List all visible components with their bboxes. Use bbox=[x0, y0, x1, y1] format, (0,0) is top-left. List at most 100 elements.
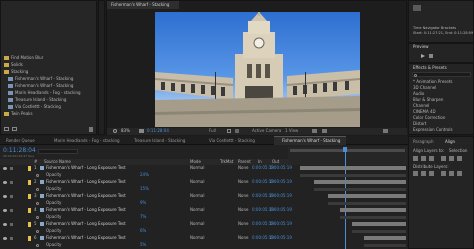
timeline-search-input[interactable] bbox=[38, 149, 78, 154]
audio-icon[interactable] bbox=[10, 237, 13, 240]
tab-render-queue[interactable]: Render Queue bbox=[0, 137, 40, 145]
layer-mode-dropdown[interactable]: Normal bbox=[190, 222, 204, 226]
effects-category[interactable]: Audio bbox=[413, 92, 424, 96]
layer-duration-bar[interactable] bbox=[328, 194, 406, 198]
layer-out-point[interactable]: 0:00:05:19 bbox=[270, 222, 292, 226]
audio-icon[interactable] bbox=[10, 223, 13, 226]
new-comp-icon[interactable] bbox=[12, 127, 17, 131]
tab-via-costlettt[interactable]: Via Costlettt - Stacking bbox=[203, 137, 269, 145]
preview-tab[interactable]: Preview bbox=[413, 45, 429, 49]
layer-duration-bar[interactable] bbox=[340, 208, 406, 212]
column-header-source[interactable]: Source Name bbox=[44, 160, 71, 164]
current-time-display[interactable]: 0:11:28:04 bbox=[147, 129, 169, 133]
layer-out-point[interactable]: 0:00:05:19 bbox=[270, 194, 292, 198]
effects-category[interactable]: Expression Controls bbox=[413, 128, 453, 132]
eye-icon[interactable] bbox=[3, 195, 7, 198]
effects-category[interactable]: * Animation Presets bbox=[413, 80, 453, 84]
project-item[interactable]: Treasure Island - Stacking bbox=[1, 97, 97, 104]
fast-previews-icon[interactable] bbox=[312, 129, 317, 133]
align-vcenter-icon[interactable] bbox=[449, 156, 454, 161]
layer-mode-dropdown[interactable]: Normal bbox=[190, 180, 204, 184]
project-item[interactable]: Twin Peaks bbox=[1, 111, 97, 118]
layer-row[interactable]: 4 Fisherman's Wharf - Long Exposure Test… bbox=[0, 207, 408, 214]
audio-icon[interactable] bbox=[10, 167, 13, 170]
layer-row[interactable]: 6 Fisherman's Wharf - Long Exposure Test… bbox=[0, 235, 408, 242]
layer-out-point[interactable]: 0:00:05:19 bbox=[270, 208, 292, 212]
new-folder-icon[interactable] bbox=[4, 127, 9, 131]
snapshot-icon[interactable] bbox=[322, 129, 327, 133]
align-top-icon[interactable] bbox=[441, 156, 446, 161]
layer-name[interactable]: Fisherman's Wharf - Long Exposure Test bbox=[46, 236, 126, 240]
distribute-hcenter-icon[interactable] bbox=[449, 171, 454, 176]
project-item[interactable]: Fisherman's Wharf - Stacking bbox=[1, 83, 97, 90]
effects-category[interactable]: Distort bbox=[413, 122, 427, 126]
magnifier-icon[interactable] bbox=[113, 129, 117, 133]
camera-icon[interactable] bbox=[139, 129, 144, 133]
layer-parent-dropdown[interactable]: None bbox=[238, 180, 248, 184]
audio-icon[interactable] bbox=[10, 195, 13, 198]
effects-category[interactable]: Blur & Sharpen bbox=[413, 98, 443, 102]
layer-duration-bar[interactable] bbox=[300, 166, 406, 170]
stopwatch-icon[interactable] bbox=[36, 202, 39, 205]
zoom-dropdown[interactable]: 83% bbox=[121, 129, 130, 133]
layer-name[interactable]: Fisherman's Wharf - Long Exposure Test bbox=[46, 222, 126, 226]
distribute-top-icon[interactable] bbox=[413, 171, 418, 176]
layer-duration-bar[interactable] bbox=[314, 180, 406, 184]
opacity-value[interactable]: 6% bbox=[140, 229, 146, 233]
opacity-value[interactable]: 7% bbox=[140, 215, 146, 219]
eye-icon[interactable] bbox=[3, 209, 7, 212]
label-color-swatch[interactable] bbox=[28, 166, 31, 171]
audio-icon[interactable] bbox=[10, 209, 13, 212]
time-ruler[interactable] bbox=[288, 147, 407, 165]
work-area-bar[interactable] bbox=[290, 149, 405, 152]
project-item[interactable]: Solids bbox=[1, 62, 97, 69]
align-target-dropdown[interactable]: Selection bbox=[449, 149, 467, 153]
tab-align[interactable]: Align bbox=[445, 140, 455, 144]
label-color-swatch[interactable] bbox=[28, 222, 31, 227]
distribute-left-icon[interactable] bbox=[441, 171, 446, 176]
layer-name[interactable]: Fisherman's Wharf - Long Exposure Test bbox=[46, 180, 126, 184]
layer-row[interactable]: 2 Fisherman's Wharf - Long Exposure Test… bbox=[0, 179, 408, 186]
distribute-right-icon[interactable] bbox=[457, 171, 462, 176]
viewer-tab[interactable]: Fisherman's Wharf - Stacking bbox=[107, 1, 179, 9]
label-color-swatch[interactable] bbox=[28, 194, 31, 199]
opacity-value[interactable]: 9% bbox=[140, 201, 146, 205]
resolution-dropdown[interactable]: Full bbox=[209, 129, 216, 133]
effects-category[interactable]: 3D Channel bbox=[413, 86, 436, 90]
align-left-icon[interactable] bbox=[413, 156, 418, 161]
transparency-grid-icon[interactable] bbox=[235, 129, 239, 133]
layer-name[interactable]: Fisherman's Wharf - Long Exposure Test bbox=[46, 194, 126, 198]
layer-duration-bar[interactable] bbox=[364, 236, 406, 240]
layer-mode-dropdown[interactable]: Normal bbox=[190, 208, 204, 212]
audio-icon[interactable] bbox=[10, 181, 13, 184]
effects-category[interactable]: Color Correction bbox=[413, 116, 445, 120]
opacity-value[interactable]: 24% bbox=[140, 173, 149, 177]
layer-parent-dropdown[interactable]: None bbox=[238, 194, 248, 198]
layer-name[interactable]: Fisherman's Wharf - Long Exposure Test bbox=[46, 166, 126, 170]
layer-mode-dropdown[interactable]: Normal bbox=[190, 194, 204, 198]
layer-row[interactable]: 5 Fisherman's Wharf - Long Exposure Test… bbox=[0, 221, 408, 228]
layer-parent-dropdown[interactable]: None bbox=[238, 166, 248, 170]
eye-icon[interactable] bbox=[3, 223, 7, 226]
trash-icon[interactable] bbox=[89, 127, 93, 132]
stopwatch-icon[interactable] bbox=[36, 216, 39, 219]
layer-mode-dropdown[interactable]: Normal bbox=[190, 236, 204, 240]
camera-view-dropdown[interactable]: Active Camera bbox=[252, 129, 281, 133]
stopwatch-icon[interactable] bbox=[36, 174, 39, 177]
effects-search-input[interactable] bbox=[412, 72, 471, 77]
tab-paragraph[interactable]: Paragraph bbox=[413, 140, 434, 144]
effects-category[interactable]: Channel bbox=[413, 104, 429, 108]
exposure-icon[interactable] bbox=[383, 129, 388, 133]
layer-parent-dropdown[interactable]: None bbox=[238, 236, 248, 240]
effects-category[interactable]: CINEMA 4D bbox=[413, 110, 436, 114]
project-item[interactable]: Marin Headlands - Fog - stacking bbox=[1, 90, 97, 97]
layer-out-point[interactable]: 0:00:05:19 bbox=[270, 236, 292, 240]
label-color-swatch[interactable] bbox=[28, 236, 31, 241]
layer-row[interactable]: 1 Fisherman's Wharf - Long Exposure Test… bbox=[0, 165, 408, 172]
layer-mode-dropdown[interactable]: Normal bbox=[190, 166, 204, 170]
eye-icon[interactable] bbox=[3, 237, 7, 240]
align-bottom-icon[interactable] bbox=[457, 156, 462, 161]
align-hcenter-icon[interactable] bbox=[421, 156, 426, 161]
stopwatch-icon[interactable] bbox=[36, 244, 39, 247]
layer-out-point[interactable]: 0:00:05:19 bbox=[270, 180, 292, 184]
